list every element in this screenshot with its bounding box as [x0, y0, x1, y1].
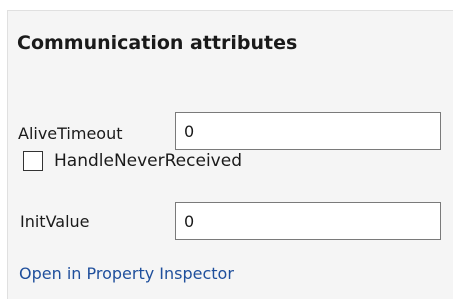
handle-never-received-label: HandleNeverReceived [54, 151, 242, 171]
init-value-label: InitValue [20, 212, 90, 231]
alive-timeout-label: AliveTimeout [18, 124, 123, 143]
handle-never-received-option[interactable]: HandleNeverReceived [23, 149, 242, 173]
section-title: Communication attributes [17, 32, 298, 54]
open-in-property-inspector-link[interactable]: Open in Property Inspector [19, 266, 234, 282]
handle-never-received-checkbox[interactable] [23, 151, 43, 171]
alive-timeout-input[interactable] [175, 112, 441, 150]
init-value-input[interactable] [175, 202, 441, 240]
